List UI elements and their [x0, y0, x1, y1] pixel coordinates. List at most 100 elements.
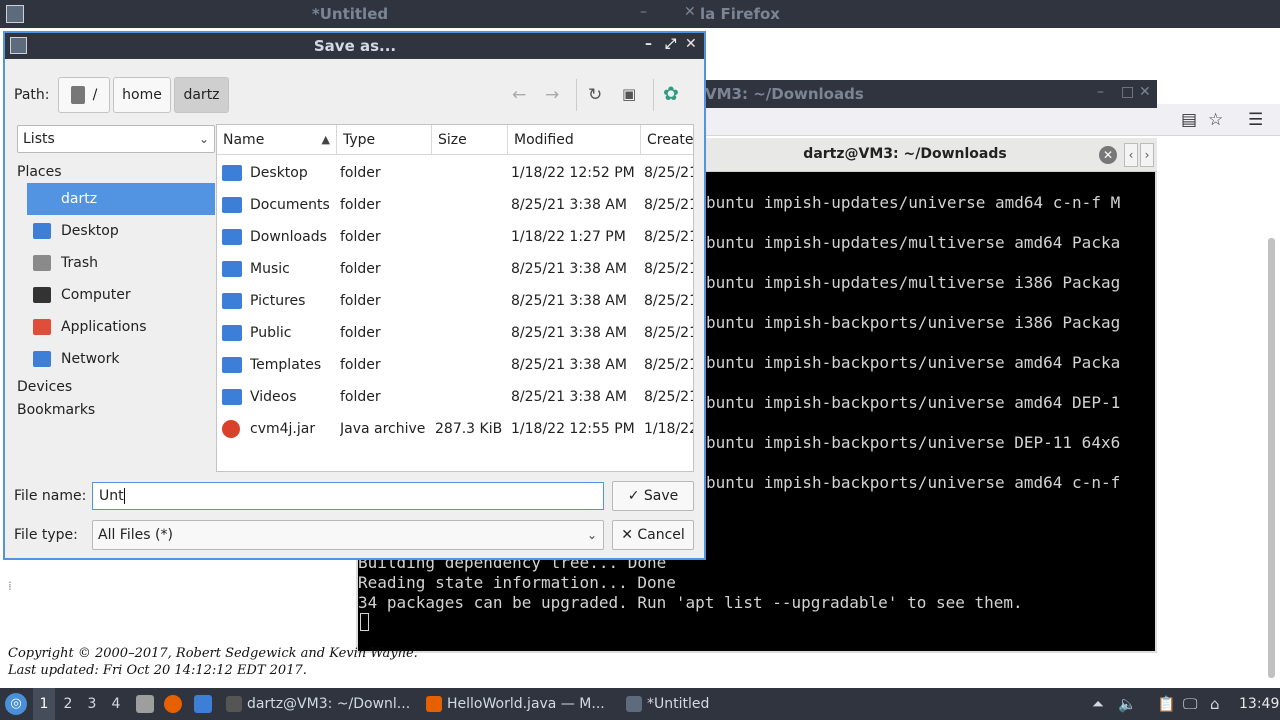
- terminal-cursor: [360, 613, 369, 631]
- options-gear-icon[interactable]: ✿: [663, 83, 679, 105]
- terminal-tab-bar: dartz@VM3: ~/Downloads ✕ ‹ ›: [705, 138, 1157, 172]
- file-name: Templates: [250, 357, 322, 373]
- file-name: Desktop: [250, 165, 308, 181]
- sidebar-item-desktop[interactable]: Desktop: [27, 215, 215, 247]
- file-row[interactable]: Public folder 8/25/21 3:38 AM 8/25/21: [217, 317, 693, 349]
- volume-icon[interactable]: 🔈: [1118, 695, 1137, 713]
- refresh-icon[interactable]: ↻: [588, 85, 602, 105]
- taskbar-task[interactable]: HelloWorld.java — M...: [426, 688, 605, 720]
- view-mode-select[interactable]: Lists ⌄: [17, 125, 215, 153]
- terminal-line: buntu impish-backports/universe amd64 DE…: [706, 393, 1121, 412]
- file-name: Documents: [250, 197, 330, 213]
- tab-close-icon[interactable]: ✕: [1099, 146, 1117, 164]
- firefox-icon[interactable]: [164, 695, 182, 713]
- minimize-icon[interactable]: –: [645, 36, 652, 52]
- close-icon[interactable]: ✕: [684, 4, 696, 20]
- file-modified: 8/25/21 3:38 AM: [511, 389, 627, 405]
- show-desktop-icon[interactable]: [194, 695, 212, 713]
- taskbar-task[interactable]: *Untitled: [626, 688, 709, 720]
- sidebar-item-applications[interactable]: Applications: [27, 311, 215, 343]
- desktop-icon: [33, 223, 51, 239]
- hamburger-menu-icon[interactable]: ☰: [1248, 110, 1263, 130]
- page-marker-icon: ⁞: [8, 579, 12, 593]
- file-manager-icon[interactable]: [136, 695, 154, 713]
- sidebar-item-trash[interactable]: Trash: [27, 247, 215, 279]
- tab-scroll-left-icon[interactable]: ‹: [1124, 143, 1138, 167]
- terminal-line: Reading state information... Done: [358, 573, 676, 592]
- workspace-3[interactable]: 3: [81, 688, 103, 720]
- file-type-select[interactable]: All Files (*) ⌄: [92, 520, 604, 550]
- sidebar-item-computer[interactable]: Computer: [27, 279, 215, 311]
- terminal-line: buntu impish-updates/multiverse amd64 Pa…: [706, 233, 1121, 252]
- column-type[interactable]: Type: [337, 125, 432, 155]
- chevron-down-icon: ⌄: [198, 132, 209, 146]
- terminal-maximize-icon[interactable]: □: [1121, 84, 1134, 100]
- firefox-icon: [426, 696, 442, 712]
- battery-icon[interactable]: ⌂: [1210, 695, 1220, 713]
- file-type: folder: [340, 357, 381, 373]
- column-modified[interactable]: Modified: [508, 125, 641, 155]
- minimize-icon[interactable]: –: [640, 4, 647, 20]
- file-row[interactable]: Desktop folder 1/18/22 12:52 PM 8/25/21: [217, 157, 693, 189]
- tray-arrow-icon[interactable]: ⏶: [1092, 695, 1104, 713]
- cancel-button[interactable]: ✕ Cancel: [612, 520, 694, 550]
- file-size: 287.3 KiB: [435, 421, 503, 437]
- close-icon[interactable]: ✕: [685, 36, 697, 52]
- devices-heading[interactable]: Devices: [17, 379, 72, 395]
- clock[interactable]: 13:49: [1239, 688, 1279, 720]
- back-arrow-icon[interactable]: ←: [512, 85, 526, 105]
- file-type-label: File type:: [14, 527, 78, 543]
- file-row[interactable]: cvm4j.jar Java archive 287.3 KiB 1/18/22 12…: [217, 413, 693, 445]
- sidebar-item-network[interactable]: Network: [27, 343, 215, 375]
- taskbar-task[interactable]: dartz@VM3: ~/Downl...: [226, 688, 410, 720]
- workspace-4[interactable]: 4: [105, 688, 127, 720]
- file-row[interactable]: Videos folder 8/25/21 3:38 AM 8/25/21: [217, 381, 693, 413]
- terminal-icon: [226, 696, 242, 712]
- terminal-line: buntu impish-backports/universe DEP-11 6…: [706, 433, 1121, 452]
- pictures-folder-icon: [222, 293, 242, 309]
- firefox-scrollbar[interactable]: [1268, 238, 1275, 678]
- file-type: folder: [340, 165, 381, 181]
- hard-drive-icon: [70, 86, 85, 104]
- path-root-button[interactable]: /: [58, 77, 110, 113]
- sidebar-item-dartz[interactable]: dartz: [27, 183, 215, 215]
- path-home-button[interactable]: home: [113, 77, 171, 113]
- file-name: Pictures: [250, 293, 306, 309]
- file-name-input[interactable]: Unt: [92, 482, 604, 510]
- path-dartz-button[interactable]: dartz: [174, 77, 229, 113]
- column-name[interactable]: Name ▲: [217, 125, 337, 155]
- column-created[interactable]: Created: [641, 125, 693, 155]
- terminal-minimize-icon[interactable]: –: [1097, 84, 1104, 100]
- file-row[interactable]: Music folder 8/25/21 3:38 AM 8/25/21: [217, 253, 693, 285]
- tab-scroll-right-icon[interactable]: ›: [1140, 143, 1154, 167]
- terminal-tab[interactable]: dartz@VM3: ~/Downloads: [705, 146, 1105, 162]
- file-row[interactable]: Pictures folder 8/25/21 3:38 AM 8/25/21: [217, 285, 693, 317]
- reader-view-icon[interactable]: ▤: [1181, 110, 1197, 130]
- file-row[interactable]: Documents folder 8/25/21 3:38 AM 8/25/21: [217, 189, 693, 221]
- display-icon[interactable]: 🖵: [1183, 695, 1197, 713]
- file-modified: 1/18/22 12:52 PM: [511, 165, 635, 181]
- file-created: 1/18/22: [644, 421, 693, 437]
- column-size[interactable]: Size: [432, 125, 508, 155]
- bookmarks-heading[interactable]: Bookmarks: [17, 402, 95, 418]
- forward-arrow-icon[interactable]: →: [545, 85, 559, 105]
- file-list[interactable]: Name▲ Type Size Modified Created Desktop…: [216, 124, 694, 496]
- clipboard-icon[interactable]: 📋: [1157, 695, 1176, 713]
- file-created: 8/25/21: [644, 197, 693, 213]
- file-created: 8/25/21: [644, 229, 693, 245]
- new-folder-icon[interactable]: ▣: [622, 85, 636, 103]
- terminal-line: buntu impish-backports/universe i386 Pac…: [706, 313, 1121, 332]
- save-button[interactable]: ✓ Save: [612, 481, 694, 511]
- file-row[interactable]: Downloads folder 1/18/22 1:27 PM 8/25/21: [217, 221, 693, 253]
- file-row[interactable]: Templates folder 8/25/21 3:38 AM 8/25/21: [217, 349, 693, 381]
- terminal-close-icon[interactable]: ✕: [1139, 84, 1151, 100]
- maximize-icon[interactable]: ⤢: [665, 36, 676, 52]
- start-menu-icon[interactable]: ◎: [5, 693, 27, 715]
- file-name: Downloads: [250, 229, 327, 245]
- bookmark-star-icon[interactable]: ☆: [1208, 110, 1223, 130]
- x-icon: ✕: [621, 527, 633, 543]
- documents-folder-icon: [222, 197, 242, 213]
- workspace-1[interactable]: 1: [33, 688, 55, 720]
- sidebar-item-label: Computer: [61, 287, 131, 303]
- workspace-2[interactable]: 2: [57, 688, 79, 720]
